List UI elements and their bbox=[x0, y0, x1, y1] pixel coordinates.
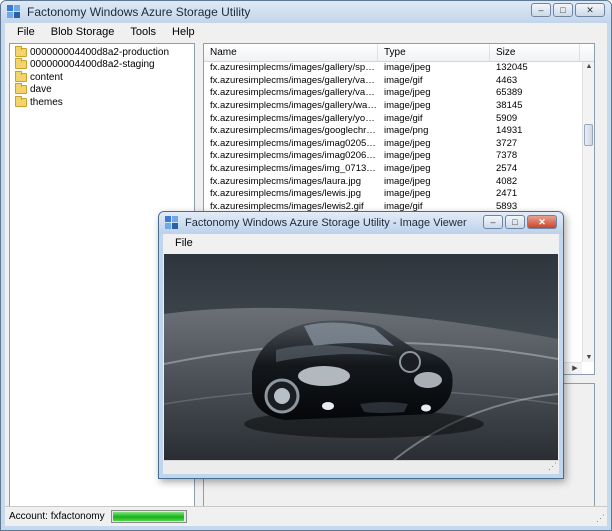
cell-size: 2574 bbox=[496, 163, 518, 175]
cell-type: image/jpeg bbox=[384, 62, 431, 73]
tree-item-content[interactable]: content bbox=[10, 70, 194, 84]
viewer-title: Factonomy Windows Azure Storage Utility … bbox=[185, 217, 467, 229]
tree-item-production[interactable]: 000000004400d8a2-production bbox=[10, 45, 194, 59]
cell-type: image/jpeg bbox=[384, 175, 431, 187]
table-row[interactable]: fx.azuresimplecms/images/img_0713.jpg ima… bbox=[204, 163, 594, 176]
minimize-button[interactable]: – bbox=[531, 3, 551, 17]
tree-item-label: content bbox=[30, 71, 63, 83]
cell-type: image/png bbox=[384, 125, 429, 137]
table-row[interactable]: fx.azuresimplecms/images/googlechromecar… bbox=[204, 125, 594, 138]
table-row[interactable]: fx.azuresimplecms/images/gallery/space.j… bbox=[204, 62, 594, 75]
tree-item-label: themes bbox=[30, 96, 63, 108]
cell-name: fx.azuresimplecms/images/gallery/youtube… bbox=[210, 112, 378, 124]
scroll-right-icon[interactable]: ▶ bbox=[569, 364, 581, 372]
scroll-up-icon[interactable]: ▲ bbox=[583, 63, 594, 70]
cell-name: fx.azuresimplecms/images/lewis.jpg bbox=[210, 188, 361, 200]
cell-name: fx.azuresimplecms/images/img_0713.jpg bbox=[210, 163, 378, 175]
cell-type: image/jpeg bbox=[384, 99, 431, 111]
cell-name: fx.azuresimplecms/images/imag0206.jpg bbox=[210, 150, 378, 162]
menu-blob-storage[interactable]: Blob Storage bbox=[43, 26, 123, 38]
cell-size: 65389 bbox=[496, 87, 523, 99]
close-button[interactable]: ✕ bbox=[575, 3, 605, 17]
cell-name: fx.azuresimplecms/images/gallery/space.j… bbox=[210, 62, 378, 73]
tree-item-staging[interactable]: 000000004400d8a2-staging bbox=[10, 58, 194, 72]
cell-name: fx.azuresimplecms/images/gallery/vanquis… bbox=[210, 87, 378, 99]
cell-type: image/jpeg bbox=[384, 87, 431, 99]
tree-item-label: 000000004400d8a2-production bbox=[30, 46, 170, 58]
viewer-close-button[interactable]: ✕ bbox=[527, 215, 557, 229]
tree-item-label: 000000004400d8a2-staging bbox=[30, 59, 155, 71]
tree-item-themes[interactable]: themes bbox=[10, 95, 194, 109]
cell-name: fx.azuresimplecms/images/imag0205.jpg bbox=[210, 137, 378, 149]
viewer-menu-bar: File bbox=[163, 234, 559, 252]
image-viewer-window: Factonomy Windows Azure Storage Utility … bbox=[158, 211, 564, 479]
cell-size: 2471 bbox=[496, 188, 518, 200]
menu-tools[interactable]: Tools bbox=[122, 26, 164, 38]
cell-size: 4082 bbox=[496, 175, 518, 187]
cell-type: image/gif bbox=[384, 112, 423, 124]
menu-help[interactable]: Help bbox=[164, 26, 203, 38]
cell-size: 38145 bbox=[496, 99, 523, 111]
resize-grip-icon[interactable]: ⋰ bbox=[596, 513, 605, 524]
cell-type: image/gif bbox=[384, 74, 423, 86]
folder-icon bbox=[15, 58, 27, 70]
cell-type: image/jpeg bbox=[384, 163, 431, 175]
progress-bar bbox=[110, 510, 187, 523]
folder-icon bbox=[15, 70, 27, 82]
column-header-type[interactable]: Type bbox=[378, 44, 490, 61]
account-label: Account: fxfactonomy bbox=[9, 511, 105, 522]
cell-type: image/jpeg bbox=[384, 150, 431, 162]
cell-size: 14931 bbox=[496, 125, 523, 137]
cell-type: image/jpeg bbox=[384, 137, 431, 149]
table-row[interactable]: fx.azuresimplecms/images/gallery/vanquis… bbox=[204, 87, 594, 100]
table-row[interactable]: fx.azuresimplecms/images/gallery/watersk… bbox=[204, 100, 594, 113]
column-header-size[interactable]: Size bbox=[490, 44, 580, 61]
cell-name: fx.azuresimplecms/images/gallery/vanquis… bbox=[210, 74, 378, 86]
viewer-status-bar: ⋰ bbox=[163, 460, 559, 474]
cell-name: fx.azuresimplecms/images/laura.jpg bbox=[210, 175, 362, 187]
column-header-name[interactable]: Name bbox=[204, 44, 378, 61]
folder-icon bbox=[15, 95, 27, 107]
app-icon bbox=[7, 5, 21, 19]
cell-size: 7378 bbox=[496, 150, 518, 162]
menu-bar: File Blob Storage Tools Help bbox=[5, 23, 607, 41]
sports-car-photo bbox=[164, 254, 558, 460]
table-row[interactable]: fx.azuresimplecms/images/imag0205.jpg ima… bbox=[204, 138, 594, 151]
table-row[interactable]: fx.azuresimplecms/images/laura.jpg image/… bbox=[204, 176, 594, 189]
viewer-minimize-button[interactable]: – bbox=[483, 215, 503, 229]
main-title-bar[interactable]: Factonomy Windows Azure Storage Utility … bbox=[1, 1, 611, 23]
folder-icon bbox=[15, 45, 27, 57]
scrollbar-thumb[interactable] bbox=[584, 124, 593, 146]
viewer-menu-file[interactable]: File bbox=[169, 237, 199, 249]
viewer-resize-grip-icon[interactable]: ⋰ bbox=[548, 461, 557, 472]
menu-file[interactable]: File bbox=[9, 26, 43, 38]
table-row[interactable]: fx.azuresimplecms/images/lewis.jpg image/… bbox=[204, 188, 594, 201]
folder-icon bbox=[15, 83, 27, 95]
progress-fill bbox=[112, 512, 185, 521]
app-icon bbox=[165, 216, 179, 230]
cell-size: 5909 bbox=[496, 112, 518, 124]
cell-name: fx.azuresimplecms/images/googlechromecar… bbox=[210, 125, 378, 137]
tree-item-dave[interactable]: dave bbox=[10, 83, 194, 97]
cell-type: image/jpeg bbox=[384, 188, 431, 200]
vertical-scrollbar[interactable]: ▲ ▼ bbox=[582, 62, 594, 362]
maximize-button[interactable]: □ bbox=[553, 3, 573, 17]
cell-size: 132045 bbox=[496, 62, 528, 73]
list-header: Name Type Size bbox=[204, 44, 594, 62]
list-rows: fx.azuresimplecms/images/gallery/space.j… bbox=[204, 62, 594, 214]
window-title: Factonomy Windows Azure Storage Utility bbox=[27, 5, 251, 19]
cell-name: fx.azuresimplecms/images/gallery/watersk… bbox=[210, 99, 378, 111]
status-bar: Account: fxfactonomy ⋰ bbox=[5, 506, 607, 526]
cell-size: 3727 bbox=[496, 137, 518, 149]
table-row[interactable]: fx.azuresimplecms/images/gallery/vanquis… bbox=[204, 75, 594, 88]
table-row[interactable]: fx.azuresimplecms/images/gallery/youtube… bbox=[204, 113, 594, 126]
cell-size: 4463 bbox=[496, 74, 518, 86]
table-row[interactable]: fx.azuresimplecms/images/imag0206.jpg ima… bbox=[204, 150, 594, 163]
viewer-maximize-button[interactable]: □ bbox=[505, 215, 525, 229]
viewer-title-bar[interactable]: Factonomy Windows Azure Storage Utility … bbox=[159, 212, 563, 234]
scroll-down-icon[interactable]: ▼ bbox=[583, 354, 594, 361]
viewer-client-area: File ⋰ bbox=[163, 234, 559, 474]
tree-item-label: dave bbox=[30, 84, 52, 96]
